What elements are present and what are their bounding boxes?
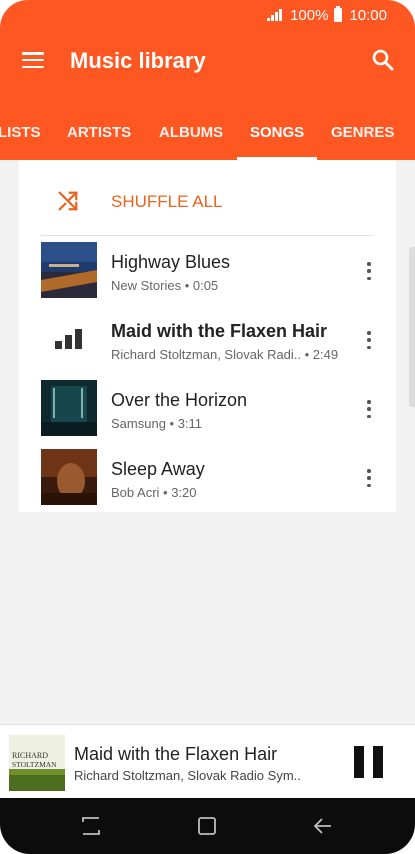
edge-panel-handle[interactable]: [409, 247, 415, 407]
album-art-line1: RICHARD: [12, 751, 48, 760]
page-title: Music library: [70, 48, 206, 73]
menu-icon[interactable]: [22, 52, 44, 68]
recents-icon[interactable]: [79, 814, 103, 838]
album-art: [41, 449, 97, 505]
tab-bar: LISTS ARTISTS ALBUMS SONGS GENRES: [0, 94, 415, 160]
mini-player-artist: Richard Stoltzman, Slovak Radio Sym..: [74, 768, 301, 783]
clock: 10:00: [349, 6, 387, 24]
more-options-icon[interactable]: [364, 400, 374, 418]
back-icon[interactable]: [311, 814, 335, 838]
song-title: Maid with the Flaxen Hair: [111, 321, 328, 341]
more-options-icon[interactable]: [364, 262, 374, 280]
battery-percent: 100%: [290, 6, 329, 24]
mini-player-album-art: RICHARD STOLTZMAN: [9, 735, 65, 791]
album-art: [41, 242, 97, 298]
song-item-highway-blues[interactable]: Highway Blues New Stories • 0:05: [19, 242, 396, 311]
shuffle-all-button[interactable]: SHUFFLE ALL: [19, 160, 396, 236]
pause-button[interactable]: [354, 746, 384, 778]
pause-icon: [354, 746, 364, 778]
more-options-icon[interactable]: [364, 469, 374, 487]
song-item-over-the-horizon[interactable]: Over the Horizon Samsung • 3:11: [19, 380, 396, 449]
status-bar: 100% 10:00: [0, 0, 415, 30]
battery-icon: [334, 6, 343, 22]
app-bar: Music library: [0, 30, 415, 94]
search-icon[interactable]: [371, 48, 395, 72]
more-options-icon[interactable]: [364, 331, 374, 349]
song-title: Over the Horizon: [111, 390, 248, 410]
signal-icon: [267, 9, 283, 21]
mini-player-title: Maid with the Flaxen Hair: [74, 744, 278, 764]
tab-genres[interactable]: GENRES: [331, 124, 394, 141]
now-playing-icon: [55, 327, 83, 349]
song-title: Highway Blues: [111, 252, 231, 272]
song-meta: Bob Acri • 3:20: [111, 485, 197, 500]
device-screen: 100% 10:00 Music library LISTS ARTISTS A…: [0, 0, 415, 854]
album-art-line2: STOLTZMAN: [12, 760, 57, 769]
tab-albums[interactable]: ALBUMS: [159, 124, 223, 141]
tab-artists[interactable]: ARTISTS: [67, 124, 131, 141]
song-meta: Richard Stoltzman, Slovak Radi.. • 2:49: [111, 347, 339, 362]
shuffle-icon: [58, 191, 78, 211]
song-item-sleep-away[interactable]: Sleep Away Bob Acri • 3:20: [19, 449, 396, 518]
divider: [41, 235, 374, 236]
navigation-bar: [0, 798, 415, 854]
home-icon[interactable]: [195, 814, 219, 838]
shuffle-all-label: SHUFFLE ALL: [111, 192, 223, 211]
album-art: [41, 380, 97, 436]
song-item-maid-with-the-flaxen-hair[interactable]: Maid with the Flaxen Hair Richard Stoltz…: [19, 311, 396, 380]
song-list: SHUFFLE ALL Highway Blues New Stories • …: [19, 160, 396, 512]
mini-player[interactable]: RICHARD STOLTZMAN Maid with the Flaxen H…: [0, 724, 415, 798]
song-meta: New Stories • 0:05: [111, 278, 219, 293]
song-meta: Samsung • 3:11: [111, 416, 203, 431]
tab-lists[interactable]: LISTS: [0, 124, 41, 141]
song-title: Sleep Away: [111, 459, 205, 479]
tab-songs[interactable]: SONGS: [250, 124, 304, 141]
